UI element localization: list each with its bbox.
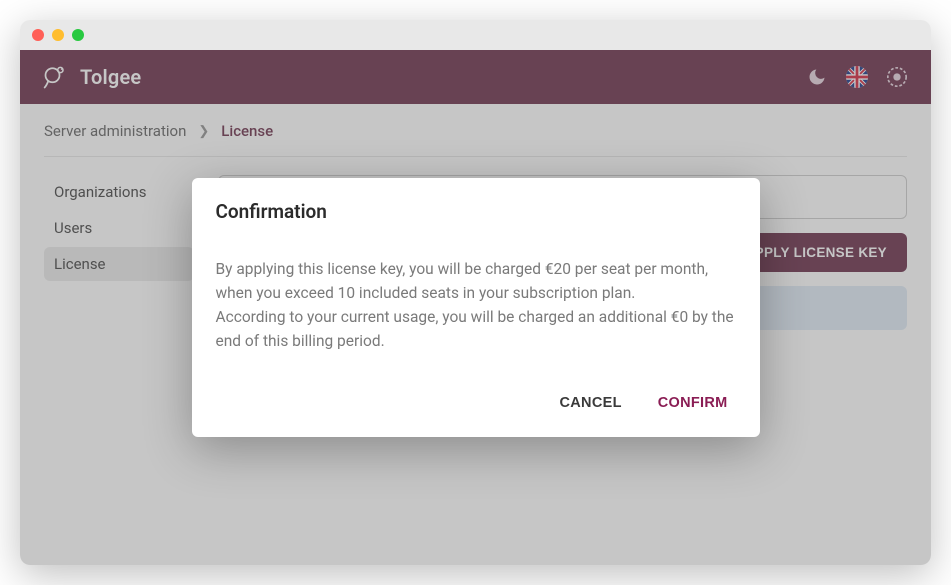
dialog-body-line1: By applying this license key, you will b… [216,260,709,302]
app-window: Tolgee [20,20,931,565]
dialog-title: Confirmation [216,200,736,223]
dialog-body-line2: According to your current usage, you wil… [216,308,734,350]
confirm-button[interactable]: CONFIRM [654,389,732,417]
confirmation-dialog: Confirmation By applying this license ke… [192,178,760,437]
cancel-button[interactable]: CANCEL [556,389,626,417]
dialog-actions: CANCEL CONFIRM [216,381,736,425]
macos-titlebar [20,20,931,50]
window-close-dot[interactable] [32,29,44,41]
window-minimize-dot[interactable] [52,29,64,41]
window-zoom-dot[interactable] [72,29,84,41]
dialog-body: By applying this license key, you will b… [216,257,736,353]
